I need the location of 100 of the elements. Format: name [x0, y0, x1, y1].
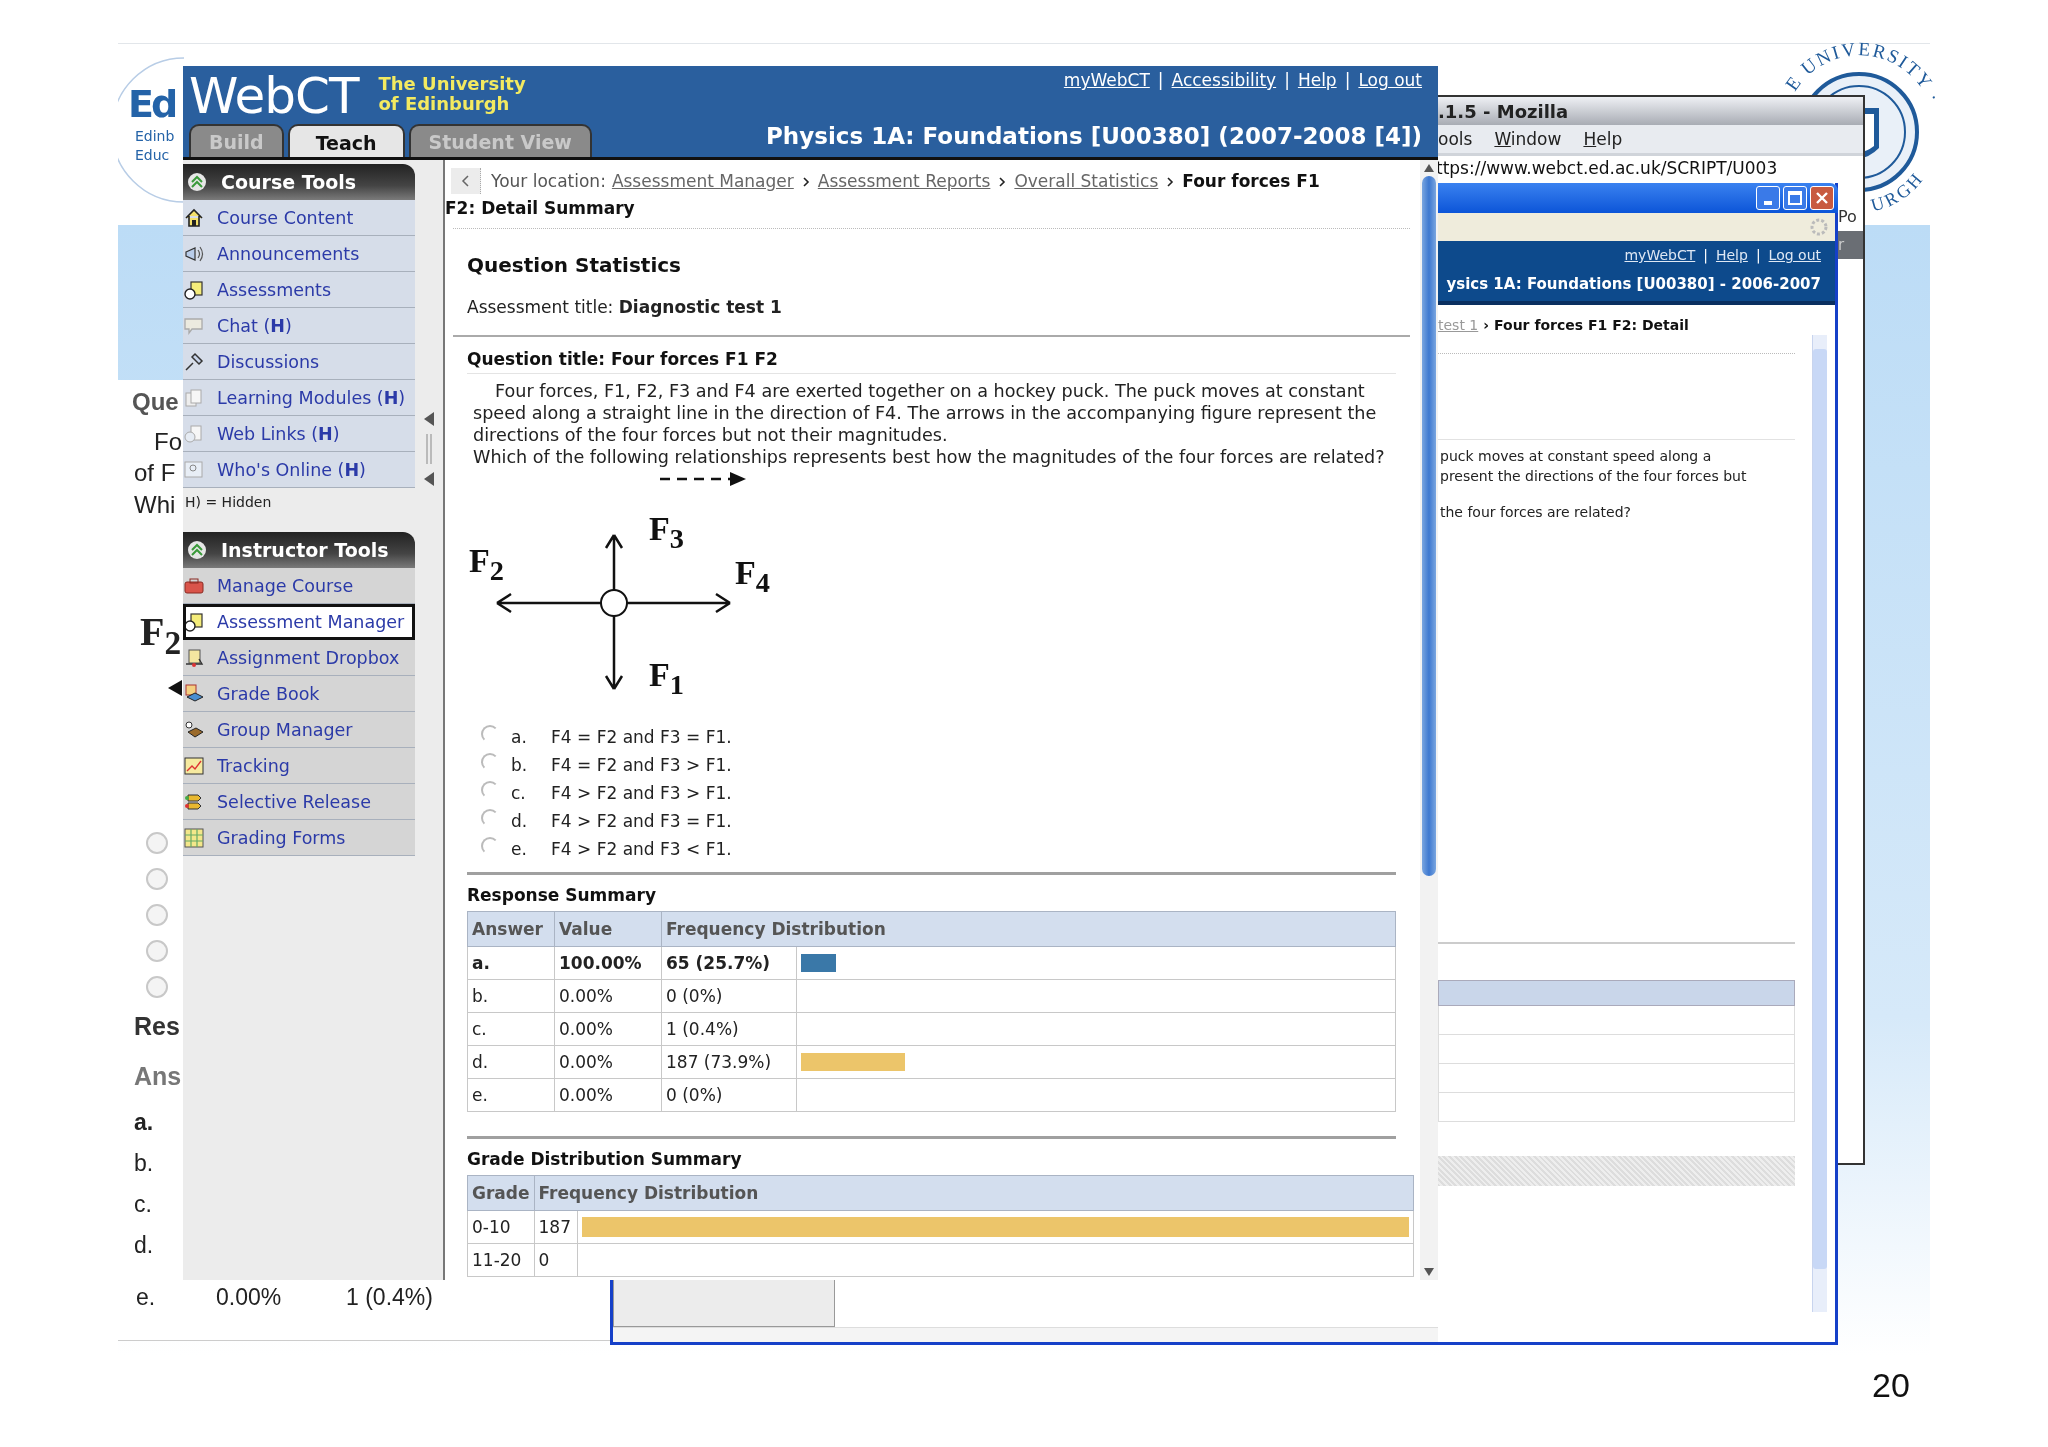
header-link[interactable]: myWebCT	[1624, 247, 1696, 263]
horizontal-scrollbar[interactable]	[613, 1327, 1438, 1342]
header-link[interactable]: Help	[1297, 70, 1337, 90]
sidebar-item[interactable]: Discussions	[183, 344, 415, 380]
breadcrumb-current: Four forces F1 F2: Detail	[1494, 317, 1689, 333]
grid-icon	[183, 826, 205, 849]
sidebar-item[interactable]: Grade Book	[183, 676, 415, 712]
table-cell: 0 (0%)	[661, 979, 797, 1013]
header-link[interactable]: Accessibility	[1171, 70, 1277, 90]
column-header: Answer	[467, 911, 555, 947]
header-link[interactable]: Help	[1715, 247, 1748, 263]
table-cell: 1 (0.4%)	[346, 1284, 433, 1311]
section-title: Grade Distribution Summary	[467, 1149, 743, 1169]
chevron-icon	[801, 176, 810, 187]
scroll-down-icon[interactable]	[1424, 1268, 1434, 1276]
option-text: F4 = F2 and F3 = F1.	[551, 727, 732, 747]
separator: |	[1755, 247, 1761, 263]
option-text: F4 > F2 and F3 > F1.	[551, 783, 732, 803]
sidebar-item[interactable]: Course Content	[183, 200, 415, 236]
chevron-left-icon	[460, 175, 471, 187]
sidebar-item[interactable]: Who's Online (H)	[183, 452, 415, 488]
column-header: Ans	[134, 1062, 182, 1091]
institution-name: of Edinburgh	[378, 94, 510, 114]
collapse-icon[interactable]	[187, 172, 207, 192]
menu-item[interactable]: ools	[1438, 129, 1473, 149]
spinner-icon	[1809, 217, 1829, 237]
breadcrumb-separator: ›	[1483, 317, 1490, 333]
address-field[interactable]: ttps://www.webct.ed.ac.uk/SCRIPT/U003	[1436, 158, 1778, 178]
maximize-button[interactable]	[1783, 186, 1807, 210]
scrollbar[interactable]	[1420, 160, 1438, 1280]
field-label: Assessment title:	[467, 297, 614, 317]
breadcrumb-current: F2: Detail Summary	[445, 197, 635, 220]
sidebar-item[interactable]: Group Manager	[183, 712, 415, 748]
minimize-icon	[1764, 201, 1772, 205]
question-text: present the directions of the four forces but	[1440, 467, 1747, 486]
menu-item[interactable]: Help	[1583, 129, 1623, 149]
sidebar-item[interactable]: Learning Modules (H)	[183, 380, 415, 416]
collapse-arrow-icon[interactable]	[424, 412, 434, 426]
option-letter: b.	[511, 755, 529, 775]
force-label: F$_{2}$	[469, 544, 504, 586]
radio-button[interactable]	[146, 832, 168, 854]
collapse-icon[interactable]	[187, 540, 207, 560]
menu-item[interactable]: Window	[1494, 129, 1562, 149]
sidebar-item[interactable]: Assignment Dropbox	[183, 640, 415, 676]
minimize-button[interactable]	[1756, 186, 1780, 210]
motion-arrow-icon	[660, 470, 746, 488]
radio-button[interactable]	[146, 976, 168, 998]
radio-button[interactable]	[146, 904, 168, 926]
sidebar-item[interactable]: Selective Release	[183, 784, 415, 820]
collapse-arrow-icon[interactable]	[424, 472, 434, 486]
sidebar-item[interactable]: Manage Course	[183, 568, 415, 604]
maximize-icon	[1788, 191, 1802, 205]
back-button[interactable]	[451, 168, 481, 194]
radio-button[interactable]	[146, 868, 168, 890]
pushpin-icon	[183, 350, 205, 373]
sidebar-item[interactable]: Grading Forms	[183, 820, 415, 856]
close-button[interactable]	[1810, 186, 1834, 210]
table-cell: 0-10	[467, 1210, 534, 1244]
scrollbar[interactable]	[1812, 335, 1827, 1312]
breadcrumb-link[interactable]: Assessment Reports	[817, 168, 991, 195]
separator: |	[1344, 70, 1351, 90]
sidebar-item[interactable]: Web Links (H)	[183, 416, 415, 452]
header-link[interactable]: myWebCT	[1063, 70, 1150, 90]
institution-name: The University	[378, 74, 526, 94]
table-cell: e.	[467, 1078, 555, 1112]
person-card-icon	[183, 458, 205, 481]
header-link[interactable]: Log out	[1768, 247, 1821, 263]
question-text: of F	[134, 459, 176, 487]
table-cell: 187	[534, 1210, 577, 1244]
table-cell-text: a.	[134, 1108, 154, 1137]
sidebar-item[interactable]: Chat (H)	[183, 308, 415, 344]
chart-icon	[183, 754, 205, 777]
tab[interactable]: Teach	[287, 124, 405, 157]
table-cell: 0.00%	[554, 1078, 662, 1112]
section-header[interactable]: Course Tools	[183, 164, 415, 200]
radio-button[interactable]	[146, 940, 168, 962]
question-text: Whi	[134, 491, 176, 519]
table-cell: a.	[467, 946, 555, 980]
dropbox-icon	[183, 646, 205, 669]
sidebar-item[interactable]: Tracking	[183, 748, 415, 784]
sidebar-item[interactable]: Announcements	[183, 236, 415, 272]
section-header[interactable]: Instructor Tools	[183, 532, 415, 568]
option-letter: a.	[511, 727, 528, 747]
breadcrumb-link[interactable]: Assessment Manager	[611, 168, 794, 195]
option-text: F4 > F2 and F3 < F1.	[551, 839, 732, 859]
logo-text: Educ	[135, 145, 170, 165]
chevron-icon	[998, 176, 1007, 187]
window-title: .1.5 - Mozilla	[1438, 100, 1569, 122]
logo-text: Ed	[128, 85, 176, 123]
splitter-handle-icon[interactable]	[426, 434, 432, 464]
table-cell: 65 (25.7%)	[661, 946, 797, 980]
scroll-up-icon[interactable]	[1424, 164, 1434, 172]
breadcrumb-link[interactable]: Overall Statistics	[1014, 168, 1159, 195]
question-text: puck moves at constant speed along a	[1440, 447, 1712, 466]
sidebar-item[interactable]: Assessment Manager	[183, 604, 415, 640]
sidebar-item[interactable]: Assessments	[183, 272, 415, 308]
question-text: Fo	[154, 428, 182, 456]
table-cell: d.	[467, 1045, 555, 1079]
header-link[interactable]: Log out	[1358, 70, 1422, 90]
table-cell: 1 (0.4%)	[661, 1012, 797, 1046]
